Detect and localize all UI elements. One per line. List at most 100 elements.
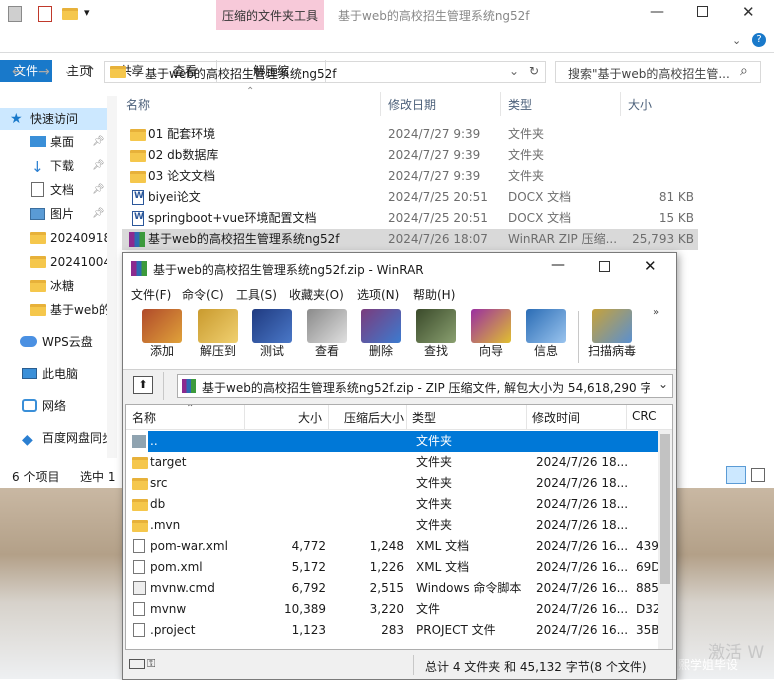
menu-favorites[interactable]: 收藏夹(O): [289, 286, 344, 303]
column-name[interactable]: 名称: [126, 96, 150, 114]
nav-item-label: 桌面: [50, 135, 75, 149]
nav-quick-access[interactable]: ★ 快速访问: [0, 108, 110, 130]
quick-access-dropdown-icon[interactable]: ▾: [84, 6, 90, 19]
column-modified[interactable]: 修改时间: [532, 409, 580, 426]
search-icon[interactable]: ⌕: [740, 63, 748, 79]
nav-baidu-sync[interactable]: ◆ 百度网盘同步: [0, 427, 110, 449]
up-icon[interactable]: ↑: [84, 63, 97, 81]
wizard-button[interactable]: 向导: [466, 309, 516, 365]
close-icon[interactable]: ✕: [742, 3, 755, 21]
find-button[interactable]: 查找: [411, 309, 461, 365]
minimize-icon[interactable]: —: [650, 4, 664, 20]
nav-this-pc[interactable]: 此电脑: [0, 363, 110, 385]
up-folder-icon[interactable]: ⬆: [133, 376, 153, 394]
archive-file-name: .mvn: [150, 518, 181, 532]
menu-commands[interactable]: 命令(C): [182, 286, 224, 303]
nav-item-desktop[interactable]: 桌面 📌︎: [0, 131, 110, 153]
column-size[interactable]: 大小: [628, 96, 652, 114]
archive-row[interactable]: target 文件夹 2024/7/26 18...: [130, 452, 658, 473]
column-divider[interactable]: [500, 92, 501, 116]
info-button[interactable]: 信息: [521, 309, 571, 365]
file-row[interactable]: 02 db数据库 2024/7/27 9:39 文件夹: [122, 145, 698, 166]
back-icon[interactable]: ←: [12, 64, 24, 80]
nav-network[interactable]: 网络: [0, 395, 110, 417]
column-divider[interactable]: [380, 92, 381, 116]
pin-icon[interactable]: 📌︎: [92, 131, 105, 153]
archive-row[interactable]: mvnw.cmd 6,792 2,515 Windows 命令脚本 2024/7…: [130, 578, 659, 599]
file-row-selected[interactable]: 基于web的高校招生管理系统ng52f 2024/7/26 18:07 WinR…: [122, 229, 698, 250]
column-packed[interactable]: 压缩后大小: [330, 409, 404, 426]
maximize-icon[interactable]: [697, 6, 708, 17]
ribbon-tab-bar: 文件 主页 共享 查看 解压缩 ⌄ ?: [0, 30, 774, 82]
winrar-maximize-icon[interactable]: [599, 261, 610, 272]
column-divider[interactable]: [244, 405, 245, 429]
pin-icon[interactable]: 📌︎: [92, 155, 105, 177]
column-type[interactable]: 类型: [412, 409, 436, 426]
nav-item-pictures[interactable]: 图片 📌︎: [0, 203, 110, 225]
archive-row[interactable]: db 文件夹 2024/7/26 18...: [130, 494, 658, 515]
address-dropdown-icon[interactable]: ⌄: [509, 64, 519, 78]
pin-icon[interactable]: 📌︎: [92, 203, 105, 225]
column-divider[interactable]: [526, 405, 527, 429]
file-row[interactable]: 01 配套环境 2024/7/27 9:39 文件夹: [122, 124, 698, 145]
menu-options[interactable]: 选项(N): [357, 286, 399, 303]
address-bar[interactable]: › 基于web的高校招生管理系统ng52f ⌄ ↻: [104, 61, 546, 83]
nav-wps-cloud[interactable]: WPS云盘: [0, 331, 110, 353]
column-crc[interactable]: CRC: [632, 409, 668, 423]
large-icons-view-icon[interactable]: [751, 468, 765, 482]
menu-help[interactable]: 帮助(H): [413, 286, 455, 303]
scan-virus-button[interactable]: 扫描病毒: [583, 309, 641, 365]
properties-icon[interactable]: [38, 6, 52, 22]
archive-row[interactable]: .mvn 文件夹 2024/7/26 18...: [130, 515, 658, 536]
archive-row-parent[interactable]: .. 文件夹 ..: [130, 431, 658, 452]
file-row[interactable]: springboot+vue环境配置文档 2024/7/25 20:51 DOC…: [122, 208, 698, 229]
winrar-minimize-icon[interactable]: —: [551, 257, 565, 273]
file-row[interactable]: 03 论文文档 2024/7/27 9:39 文件夹: [122, 166, 698, 187]
recent-locations-icon[interactable]: ⌄: [64, 66, 72, 77]
archive-file-name: mvnw.cmd: [150, 581, 215, 595]
nav-item-folder-web[interactable]: 基于web的: [0, 299, 110, 321]
nav-item-folder-bingtang[interactable]: 冰糖: [0, 275, 110, 297]
column-date[interactable]: 修改日期: [388, 96, 436, 114]
column-divider[interactable]: [406, 405, 407, 429]
ribbon-expand-icon[interactable]: ⌄: [732, 34, 741, 47]
nav-pane-scrollbar[interactable]: [107, 96, 117, 458]
winrar-close-icon[interactable]: ✕: [644, 257, 657, 275]
help-icon[interactable]: ?: [752, 33, 766, 47]
archive-row[interactable]: src 文件夹 2024/7/26 18...: [130, 473, 658, 494]
forward-icon[interactable]: →: [38, 64, 50, 80]
column-divider[interactable]: [328, 405, 329, 429]
scrollbar-thumb[interactable]: [660, 434, 670, 584]
column-name[interactable]: 名称: [132, 409, 156, 426]
search-input[interactable]: 搜索"基于web的高校招生管... ⌕: [555, 61, 761, 83]
nav-item-folder-20240918[interactable]: 20240918: [0, 227, 110, 249]
archive-file-crc: 885: [636, 581, 659, 595]
archive-row[interactable]: mvnw 10,389 3,220 文件 2024/7/26 16... D32: [130, 599, 660, 620]
archive-row[interactable]: pom.xml 5,172 1,226 XML 文档 2024/7/26 16.…: [130, 557, 660, 578]
file-row[interactable]: biyei论文 2024/7/25 20:51 DOCX 文档 81 KB: [122, 187, 698, 208]
nav-item-folder-20241004[interactable]: 20241004: [0, 251, 110, 273]
winrar-list-scrollbar[interactable]: [658, 430, 672, 649]
column-divider[interactable]: [620, 92, 621, 116]
archive-path-dropdown[interactable]: 基于web的高校招生管理系统ng52f.zip - ZIP 压缩文件, 解包大小…: [177, 374, 673, 398]
archive-row[interactable]: pom-war.xml 4,772 1,248 XML 文档 2024/7/26…: [130, 536, 659, 557]
refresh-icon[interactable]: ↻: [529, 64, 539, 78]
new-folder-icon[interactable]: [62, 8, 78, 20]
archive-row[interactable]: .project 1,123 283 PROJECT 文件 2024/7/26 …: [130, 620, 660, 641]
menu-file[interactable]: 文件(F): [131, 286, 171, 303]
column-type[interactable]: 类型: [508, 96, 532, 114]
add-button[interactable]: 添加: [137, 309, 187, 365]
details-view-icon[interactable]: [726, 466, 746, 484]
column-divider[interactable]: [626, 405, 627, 429]
delete-button[interactable]: 删除: [356, 309, 406, 365]
nav-item-downloads[interactable]: ↓ 下载 📌︎: [0, 155, 110, 177]
toolbar-overflow-icon[interactable]: »: [653, 307, 659, 318]
test-button[interactable]: 测试: [247, 309, 297, 365]
nav-item-documents[interactable]: 文档 📌︎: [0, 179, 110, 201]
menu-tools[interactable]: 工具(S): [236, 286, 277, 303]
path-dropdown-chevron-icon[interactable]: ⌄: [658, 377, 668, 391]
pin-icon[interactable]: 📌︎: [92, 179, 105, 201]
view-button[interactable]: 查看: [302, 309, 352, 365]
extract-to-button[interactable]: 解压到: [193, 309, 243, 365]
column-size[interactable]: 大小: [246, 409, 322, 426]
